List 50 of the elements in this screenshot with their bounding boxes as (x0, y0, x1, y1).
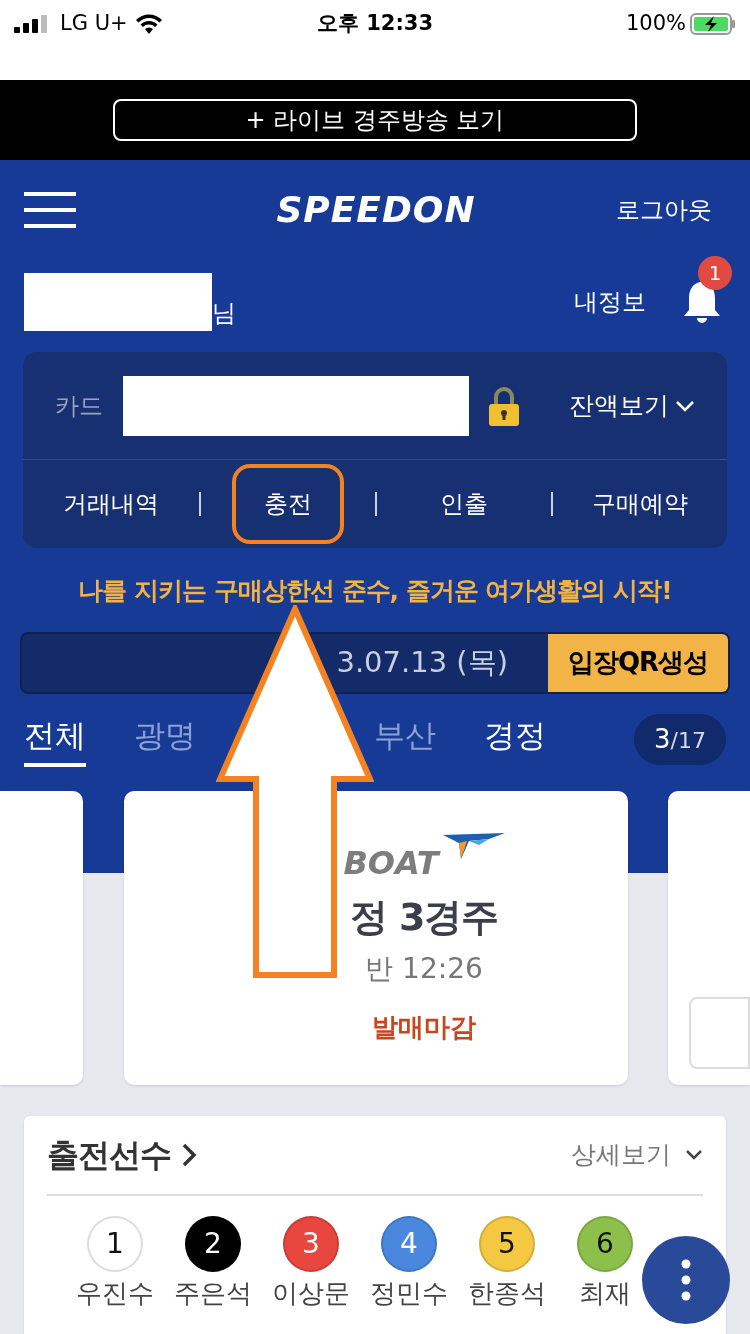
card-action-link[interactable]: 구매예약 (560, 464, 720, 544)
more-vertical-icon (681, 1259, 691, 1301)
date-text: 3.07.13 (목) (335, 643, 509, 681)
racer-name: 이상문 (272, 1276, 350, 1310)
card-action-link[interactable]: 인출 (408, 464, 520, 544)
card-action-link[interactable]: 거래내역 (31, 464, 191, 544)
racer-number: 2 (185, 1215, 241, 1272)
racer-number: 3 (283, 1215, 339, 1272)
racer-number: 1 (87, 1215, 143, 1272)
logout-link[interactable]: 로그아웃 (616, 192, 712, 228)
chevron-down-icon (675, 399, 695, 412)
notice-text: 나를 지키는 구매상한선 준수, 즐거운 여가생활의 시작! (77, 575, 673, 607)
padlock-icon (487, 384, 521, 427)
honorific-suffix: 님 (212, 298, 236, 329)
racer-name: 한종석 (468, 1276, 546, 1310)
notification-bell-icon[interactable] (682, 280, 722, 324)
battery-percent: 100% (625, 10, 686, 37)
chevron-down-icon (685, 1149, 703, 1160)
venue-tab[interactable]: 경정 (484, 712, 546, 767)
racer-name: 최재 (579, 1276, 631, 1310)
clock-time: 오후 12:33 (316, 10, 434, 37)
notification-badge: 1 (698, 256, 732, 290)
card-action-link[interactable]: 충전 (232, 464, 344, 544)
speedon-logo: SPEEDON (276, 188, 476, 232)
entry-qr-button[interactable]: 입장QR생성 (548, 633, 728, 692)
race-status: 발매마감 (372, 1010, 476, 1044)
balance-dropdown[interactable]: 잔액보기 (569, 386, 695, 425)
chevron-right-icon (181, 1141, 197, 1168)
menu-icon[interactable] (24, 192, 76, 228)
my-info-link[interactable]: 내정보 (574, 284, 646, 320)
carrier-name: LG U+ (60, 10, 128, 37)
racer-number: 6 (577, 1215, 633, 1272)
kboat-logo: BOAT (343, 842, 439, 884)
racer-number: 5 (479, 1215, 535, 1272)
live-broadcast-button[interactable]: + 라이브 경주방송 보기 (113, 99, 637, 141)
card-label: 카드 (55, 390, 104, 422)
racer-name: 우진수 (76, 1276, 154, 1310)
racer-number: 4 (381, 1215, 437, 1272)
race-title: 정 3경주 (349, 893, 499, 941)
racer-name: 정민수 (370, 1276, 448, 1310)
venue-tab[interactable]: 광명 (134, 712, 196, 767)
page-counter: 3/17 (634, 714, 726, 765)
racers-heading-link[interactable]: 출전선수 (47, 1130, 197, 1179)
race-time: 반 12:26 (365, 950, 483, 987)
racer-name: 주은석 (174, 1276, 252, 1310)
venue-tab[interactable]: 전체 (24, 712, 86, 767)
wifi-icon (135, 13, 162, 34)
detail-dropdown[interactable]: 상세보기 (571, 1135, 703, 1174)
battery-charging-icon (690, 12, 736, 35)
venue-tab[interactable]: 부산 (374, 712, 436, 767)
